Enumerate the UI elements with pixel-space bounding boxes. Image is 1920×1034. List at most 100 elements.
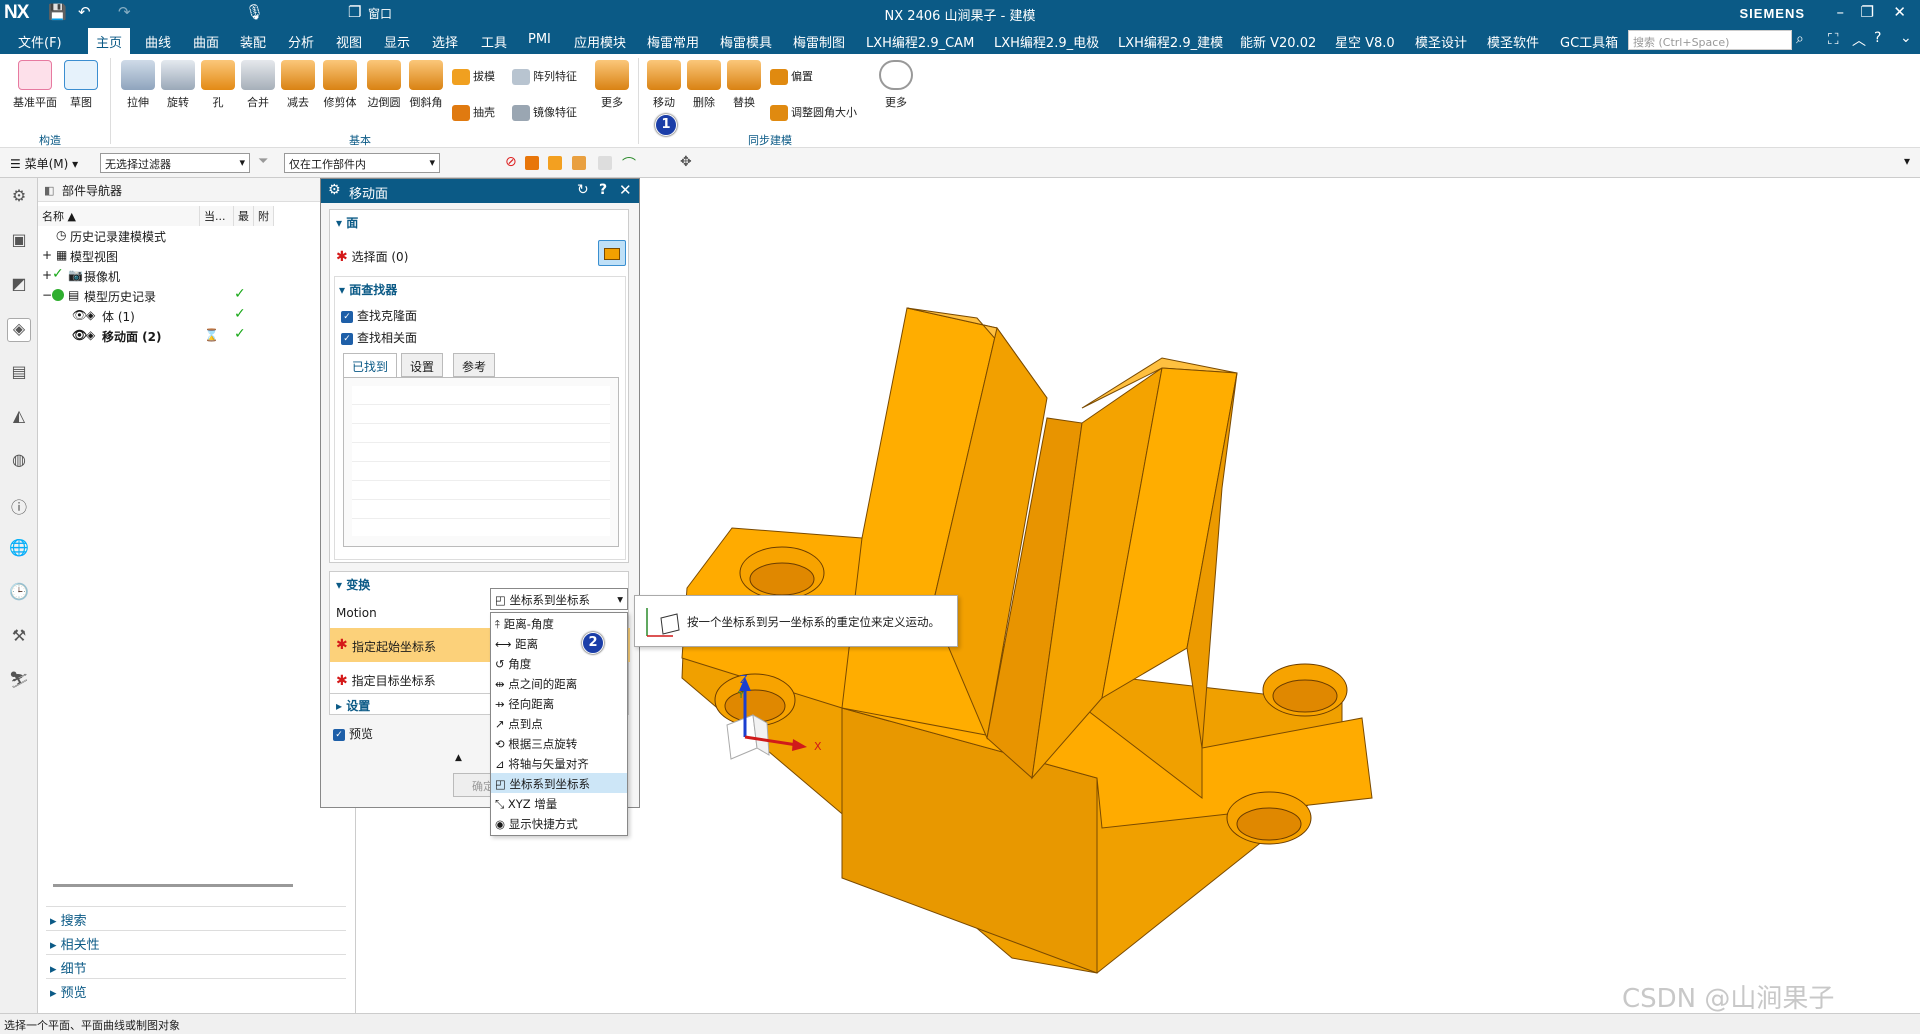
face-select-icon[interactable] bbox=[525, 156, 539, 170]
expand-icon[interactable]: + bbox=[42, 268, 52, 282]
edge-blend-button[interactable]: 边倒圆 bbox=[362, 60, 406, 110]
web-browser-icon[interactable]: 🌐 bbox=[7, 538, 31, 562]
tree-row[interactable]: ◷ 历史记录建模模式 bbox=[38, 226, 356, 246]
tab-settings[interactable]: 设置 bbox=[401, 353, 444, 377]
curve-select-icon[interactable]: ⌒ bbox=[622, 154, 636, 174]
feature-select-icon[interactable] bbox=[572, 156, 586, 170]
selection-scope-select[interactable]: 仅在工作部件内 ▾ bbox=[284, 153, 440, 173]
motion-select[interactable]: ◰ 坐标系到坐标系 ▾ bbox=[490, 588, 628, 610]
column-attached[interactable]: 附 bbox=[254, 206, 274, 226]
tree-row[interactable]: + ▦ 模型视图 bbox=[38, 246, 356, 266]
chevron-down-icon[interactable]: ▾ bbox=[1904, 154, 1910, 168]
filter-icon[interactable]: ⏷ bbox=[258, 154, 268, 169]
mirror-feature-button[interactable]: 镜像特征 bbox=[512, 104, 577, 121]
close-icon[interactable]: ✕ bbox=[619, 181, 632, 199]
sketch-button[interactable]: 草图 bbox=[62, 60, 100, 110]
unite-button[interactable]: 合并 bbox=[238, 60, 278, 110]
tab-select[interactable]: 选择 bbox=[432, 32, 458, 51]
tree-row[interactable]: + ✓ 📷 摄像机 bbox=[38, 266, 356, 286]
search-icon[interactable]: ⌕ bbox=[1796, 31, 1804, 47]
transform-section-header[interactable]: ▾ 变换 bbox=[336, 576, 370, 593]
shell-button[interactable]: 抽壳 bbox=[452, 104, 495, 121]
help-icon[interactable]: ? bbox=[1874, 30, 1881, 46]
collapse-ribbon-icon[interactable]: ︿ bbox=[1852, 30, 1866, 50]
view-triad[interactable] bbox=[717, 673, 847, 803]
extrude-button[interactable]: 拉伸 bbox=[118, 60, 158, 110]
option-show-shortcuts[interactable]: ◉ 显示快捷方式 bbox=[491, 813, 627, 833]
hole-button[interactable]: 孔 bbox=[198, 60, 238, 110]
help-icon[interactable]: ? bbox=[599, 182, 607, 198]
tab-tools[interactable]: 工具 bbox=[481, 32, 507, 51]
menu-file[interactable]: 文件(F) bbox=[18, 32, 62, 51]
option-distance-between-points[interactable]: ⇹ 点之间的距离 bbox=[491, 673, 627, 693]
tab-nengxin[interactable]: 能新 V20.02 bbox=[1240, 32, 1316, 51]
tab-xingkong[interactable]: 星空 V8.0 bbox=[1335, 32, 1395, 51]
tab-reference[interactable]: 参考 bbox=[453, 353, 496, 377]
tab-mosheng-design[interactable]: 模圣设计 bbox=[1415, 32, 1467, 51]
chamfer-button[interactable]: 倒斜角 bbox=[404, 60, 448, 110]
option-angle[interactable]: ↺ 角度 bbox=[491, 653, 627, 673]
info-icon[interactable]: ⓘ bbox=[7, 494, 31, 518]
collapse-icon[interactable]: − bbox=[42, 288, 52, 302]
option-delta-xyz[interactable]: ⤡ XYZ 增量 bbox=[491, 793, 627, 813]
expand-icon[interactable]: + bbox=[42, 248, 52, 262]
more-sync-button[interactable]: 更多 bbox=[876, 60, 916, 110]
eye-icon[interactable]: 👁 bbox=[72, 308, 87, 322]
reset-icon[interactable]: ↻ bbox=[577, 182, 589, 198]
tab-meilei-drawing[interactable]: 梅雷制图 bbox=[793, 32, 845, 51]
column-current[interactable]: 当... bbox=[200, 206, 234, 226]
preview-checkbox[interactable]: ✓ 预览 bbox=[333, 725, 373, 742]
close-icon[interactable]: ✕ bbox=[1893, 3, 1906, 21]
part-icon[interactable]: ▣ bbox=[7, 230, 31, 254]
tab-lxh-cam[interactable]: LXH编程2.9_CAM bbox=[866, 32, 974, 51]
search-input[interactable]: 搜索 (Ctrl+Space) bbox=[1628, 30, 1792, 50]
collapse-arrow-icon[interactable]: ▲ bbox=[455, 753, 462, 763]
constraint-icon[interactable]: ◍ bbox=[7, 450, 31, 474]
chevron-down-icon[interactable]: ⌄ bbox=[1900, 30, 1912, 46]
option-csys-to-csys[interactable]: ◰ 坐标系到坐标系 bbox=[491, 773, 627, 793]
part-navigator-icon[interactable]: ◈ bbox=[7, 318, 31, 342]
tab-home[interactable]: 主页 bbox=[88, 28, 131, 54]
section-search[interactable]: ▸ 搜索 bbox=[46, 906, 346, 929]
menu-button[interactable]: ☰ 菜单(M) ▾ bbox=[10, 155, 78, 172]
offset-region-button[interactable]: 偏置 bbox=[770, 68, 813, 85]
tab-analysis[interactable]: 分析 bbox=[288, 32, 314, 51]
draft-button[interactable]: 拔模 bbox=[452, 68, 495, 85]
hd3d-icon[interactable]: ◭ bbox=[7, 406, 31, 430]
gear-icon[interactable]: ⚙ bbox=[7, 186, 31, 210]
tab-meilei-mold[interactable]: 梅雷模具 bbox=[720, 32, 772, 51]
history-icon[interactable]: 🕒 bbox=[7, 582, 31, 606]
more-base-button[interactable]: 更多 bbox=[592, 60, 632, 110]
reuse-library-icon[interactable]: ▤ bbox=[7, 362, 31, 386]
snap-icon[interactable]: ✥ bbox=[680, 154, 692, 170]
section-dependencies[interactable]: ▸ 相关性 bbox=[46, 930, 346, 953]
tab-view[interactable]: 视图 bbox=[336, 32, 362, 51]
replace-face-button[interactable]: 替换 bbox=[724, 60, 764, 110]
find-related-checkbox[interactable]: ✓ 查找相关面 bbox=[341, 329, 417, 346]
resize-blend-button[interactable]: 调整圆角大小 bbox=[770, 104, 857, 121]
tab-meilei-common[interactable]: 梅雷常用 bbox=[647, 32, 699, 51]
section-details[interactable]: ▸ 细节 bbox=[46, 954, 346, 977]
tree-row-selected[interactable]: 👁 ◈ 移动面 (2) ⌛ ✓ bbox=[38, 326, 356, 346]
pattern-feature-button[interactable]: 阵列特征 bbox=[512, 68, 577, 85]
tree-row[interactable]: − ▤ 模型历史记录 ✓ bbox=[38, 286, 356, 306]
datum-plane-button[interactable]: 基准平面 bbox=[8, 60, 62, 110]
found-faces-list[interactable] bbox=[343, 377, 619, 547]
tab-found[interactable]: 已找到 bbox=[343, 353, 398, 377]
option-align-axis-to-vector[interactable]: ⊿ 将轴与矢量对齐 bbox=[491, 753, 627, 773]
tab-assembly[interactable]: 装配 bbox=[240, 32, 266, 51]
column-latest[interactable]: 最 bbox=[234, 206, 254, 226]
option-rotate-three-points[interactable]: ⟲ 根据三点旋转 bbox=[491, 733, 627, 753]
tab-app-modules[interactable]: 应用模块 bbox=[574, 32, 626, 51]
horizontal-scrollbar[interactable] bbox=[53, 884, 293, 887]
tab-curve[interactable]: 曲线 bbox=[145, 32, 171, 51]
revolve-button[interactable]: 旋转 bbox=[158, 60, 198, 110]
minimize-icon[interactable]: – bbox=[1837, 3, 1845, 21]
select-face-row[interactable]: ✱ 选择面 (0) bbox=[336, 248, 408, 265]
move-face-button[interactable]: 移动 bbox=[644, 60, 684, 110]
tab-gc-toolbox[interactable]: GC工具箱 bbox=[1560, 32, 1618, 51]
tab-lxh-modeling[interactable]: LXH编程2.9_建模 bbox=[1118, 32, 1223, 51]
section-preview[interactable]: ▸ 预览 bbox=[46, 978, 346, 1001]
option-point-to-point[interactable]: ↗ 点到点 bbox=[491, 713, 627, 733]
specify-target-csys-row[interactable]: ✱ 指定目标坐标系 bbox=[336, 672, 436, 689]
